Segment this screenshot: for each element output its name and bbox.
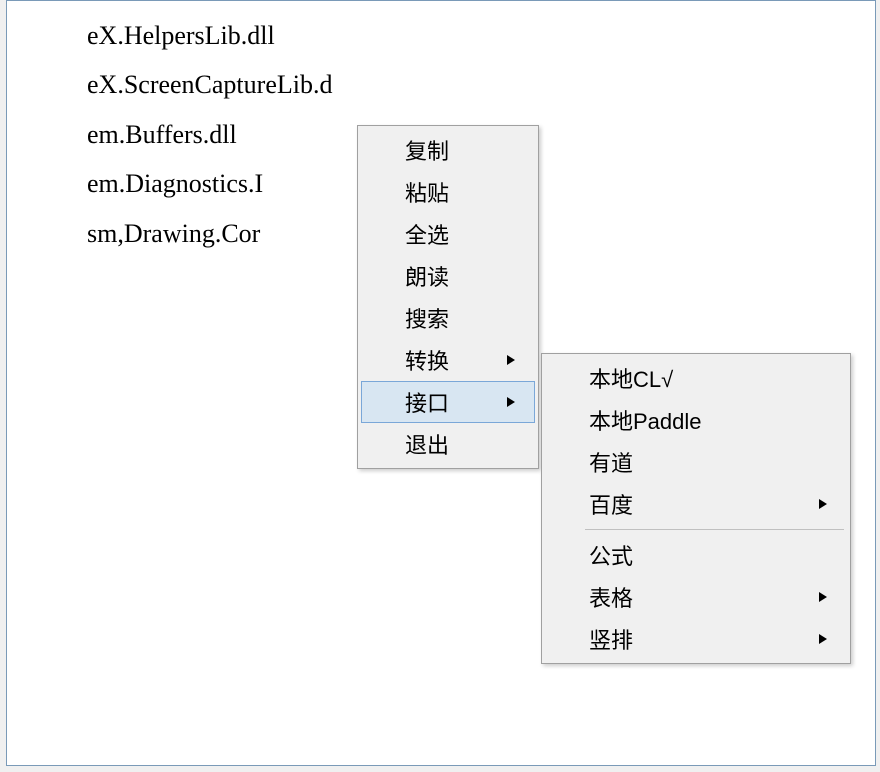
menu-item-formula[interactable]: 公式	[545, 534, 847, 576]
text-line[interactable]: sm,Drawing.Cor	[87, 209, 332, 258]
text-line[interactable]: em.Buffers.dll	[87, 110, 332, 159]
triangle-right-icon	[487, 397, 515, 407]
menu-item-exit[interactable]: 退出	[361, 423, 535, 465]
menu-item-label: 朗读	[405, 260, 449, 292]
menu-item-convert[interactable]: 转换	[361, 339, 535, 381]
menu-item-paste[interactable]: 粘贴	[361, 171, 535, 213]
menu-item-label: 本地Paddle	[589, 404, 702, 436]
context-menu: 复制 粘贴 全选 朗读 搜索 转换 接口 退出	[357, 125, 539, 469]
triangle-right-icon	[799, 634, 827, 644]
menu-separator	[585, 529, 844, 530]
menu-item-label: 本地CL√	[589, 362, 673, 394]
menu-item-label: 表格	[589, 581, 633, 613]
text-line[interactable]: eX.HelpersLib.dll	[87, 11, 332, 60]
menu-item-label: 百度	[589, 488, 633, 520]
menu-item-label: 全选	[405, 218, 449, 250]
triangle-right-icon	[799, 592, 827, 602]
menu-item-read-aloud[interactable]: 朗读	[361, 255, 535, 297]
text-line[interactable]: eX.ScreenCaptureLib.d	[87, 60, 332, 109]
menu-item-select-all[interactable]: 全选	[361, 213, 535, 255]
menu-item-label: 转换	[405, 344, 449, 376]
interface-submenu: 本地CL√ 本地Paddle 有道 百度 公式 表格 竖排	[541, 353, 851, 664]
menu-item-local-cl[interactable]: 本地CL√	[545, 357, 847, 399]
menu-item-label: 竖排	[589, 623, 633, 655]
triangle-right-icon	[799, 499, 827, 509]
menu-item-label: 复制	[405, 134, 449, 166]
menu-item-baidu[interactable]: 百度	[545, 483, 847, 525]
menu-item-label: 搜索	[405, 302, 449, 334]
triangle-right-icon	[487, 355, 515, 365]
menu-item-local-paddle[interactable]: 本地Paddle	[545, 399, 847, 441]
menu-item-label: 接口	[405, 386, 449, 418]
main-window: eX.HelpersLib.dll eX.ScreenCaptureLib.d …	[6, 0, 876, 766]
menu-item-label: 公式	[589, 539, 633, 571]
menu-item-table[interactable]: 表格	[545, 576, 847, 618]
text-content-area: eX.HelpersLib.dll eX.ScreenCaptureLib.d …	[87, 11, 332, 258]
menu-item-search[interactable]: 搜索	[361, 297, 535, 339]
menu-item-label: 粘贴	[405, 176, 449, 208]
menu-item-vertical[interactable]: 竖排	[545, 618, 847, 660]
menu-item-youdao[interactable]: 有道	[545, 441, 847, 483]
menu-item-interface[interactable]: 接口	[361, 381, 535, 423]
menu-item-label: 退出	[405, 428, 449, 460]
menu-item-copy[interactable]: 复制	[361, 129, 535, 171]
text-line[interactable]: em.Diagnostics.I	[87, 159, 332, 208]
menu-item-label: 有道	[589, 446, 633, 478]
